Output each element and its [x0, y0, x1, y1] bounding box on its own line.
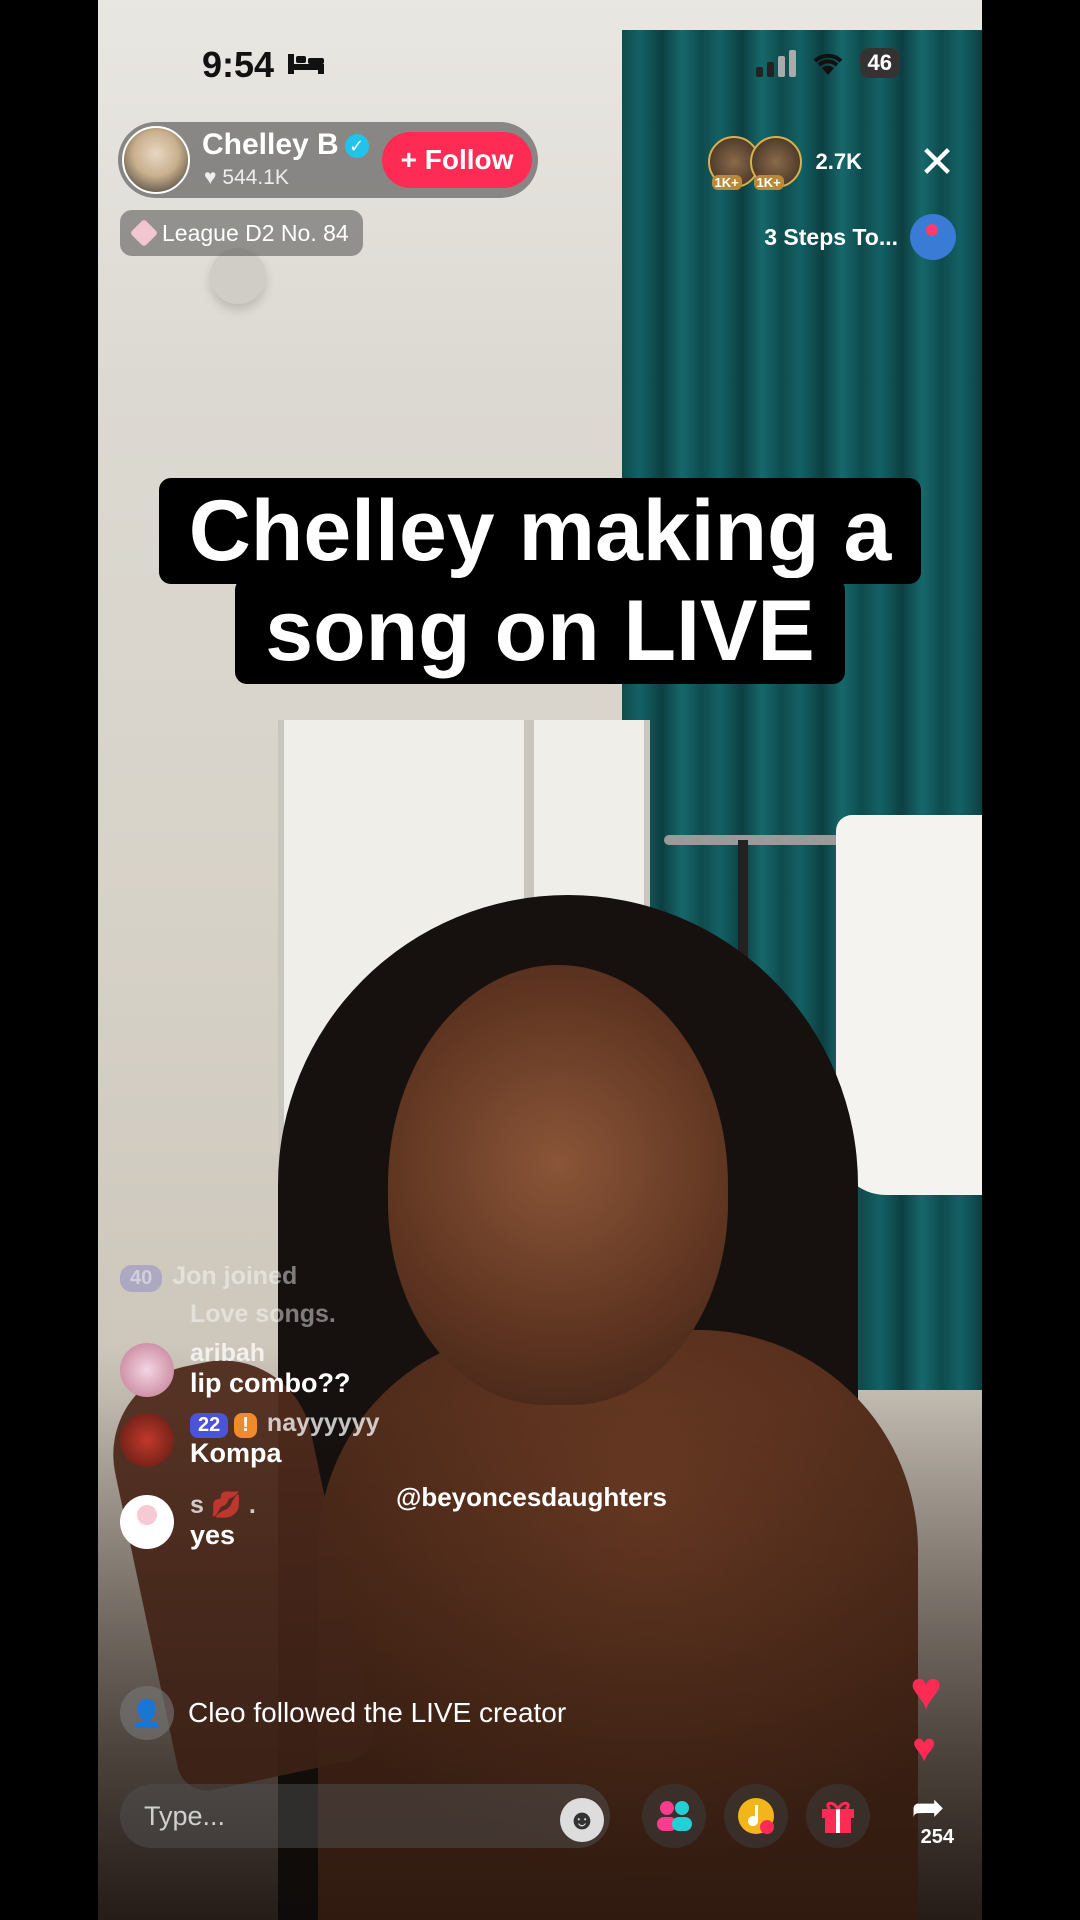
share-count: 254 [920, 1826, 954, 1848]
league-label: League D2 No. 84 [162, 219, 349, 246]
promo-banner[interactable]: 3 Steps To... [764, 214, 956, 260]
guests-icon[interactable] [642, 1784, 706, 1848]
commenter-avatar[interactable] [120, 1495, 174, 1549]
comment-text: Kompa [190, 1438, 282, 1468]
heart-icon: ♥ [909, 1661, 942, 1721]
host-likes-count: 544.1K [222, 166, 289, 189]
host-name-row: Chelley B ✓ [202, 128, 369, 162]
status-time: 9:54 [202, 44, 275, 85]
signal-icon [755, 49, 796, 77]
heart-icon: ♥ [204, 166, 217, 189]
host-info-pill[interactable]: Chelley B ✓ ♥ 544.1K + Follow [118, 122, 538, 198]
join-text: Jon joined [172, 1262, 298, 1290]
comment-text: lip combo?? [190, 1368, 351, 1398]
battery-icon: 46 [859, 48, 900, 78]
follow-note-icon: 👤 [120, 1686, 174, 1740]
chat-message[interactable]: aribah lip combo?? [120, 1339, 720, 1399]
gift-icon[interactable] [806, 1784, 870, 1848]
host-likes: ♥ 544.1K [204, 166, 289, 190]
commenter-meta: 22! nayyyyyy [190, 1409, 720, 1438]
commenter-name[interactable]: nayyyyyy [267, 1409, 380, 1437]
comment-text: yes [190, 1520, 236, 1550]
host-name: Chelley B [202, 128, 339, 161]
emoji-icon[interactable]: ☻ [560, 1798, 604, 1842]
promo-label: 3 Steps To... [764, 223, 898, 250]
hanging-cloth [836, 815, 982, 1195]
top-viewers[interactable]: 1K+ 1K+ 2.7K [707, 136, 862, 190]
caption-line-2: song on LIVE [235, 578, 845, 684]
follow-button[interactable]: + Follow [382, 132, 532, 188]
viewer-avatar-2[interactable]: 1K+ [749, 136, 802, 190]
bed-icon [288, 54, 324, 74]
heart-icon: ♥ [912, 1726, 936, 1770]
league-badge[interactable]: League D2 No. 84 [120, 210, 363, 256]
live-stream-stage: 9:54 46 Chelley B ✓ ♥ 544.1K + Follow Le… [98, 0, 982, 1920]
follow-notice: 👤 Cleo followed the LIVE creator [120, 1686, 566, 1740]
smoke-detector [210, 248, 266, 304]
diamond-icon [129, 218, 159, 248]
promo-icon [910, 214, 956, 260]
close-icon[interactable]: ✕ [912, 138, 962, 188]
bottom-bar: ☻ ➦ 254 [120, 1784, 960, 1848]
join-notice: 40 Jon joined [120, 1262, 720, 1292]
viewer-count[interactable]: 2.7K [816, 149, 862, 175]
commenter-name[interactable]: aribah [190, 1339, 720, 1368]
mention-text[interactable]: @beyoncesdaughters [396, 1482, 667, 1513]
chat-message[interactable]: 22! nayyyyyy Kompa [120, 1409, 720, 1469]
commenter-avatar[interactable] [120, 1343, 174, 1397]
wifi-icon [813, 53, 842, 75]
faded-comment: Love songs. [190, 1300, 336, 1328]
caption-line-1: Chelley making a [158, 478, 922, 584]
commenter-avatar[interactable] [120, 1413, 174, 1467]
status-right: 46 [755, 48, 900, 78]
status-bar: 9:54 46 [98, 44, 982, 94]
viewer-badge-1: 1K+ [711, 175, 742, 190]
follow-notice-text: Cleo followed the LIVE creator [188, 1697, 567, 1728]
level-badge: 22 [190, 1413, 229, 1438]
live-caption: Chelley making a song on LIVE [98, 478, 982, 684]
fan-badge-icon: ! [234, 1413, 257, 1438]
music-icon[interactable] [724, 1784, 788, 1848]
join-level: 40 [120, 1265, 163, 1292]
viewer-badge-2: 1K+ [753, 175, 784, 190]
host-avatar[interactable] [122, 126, 190, 194]
verified-icon: ✓ [344, 134, 369, 158]
comment-input[interactable] [120, 1784, 610, 1848]
